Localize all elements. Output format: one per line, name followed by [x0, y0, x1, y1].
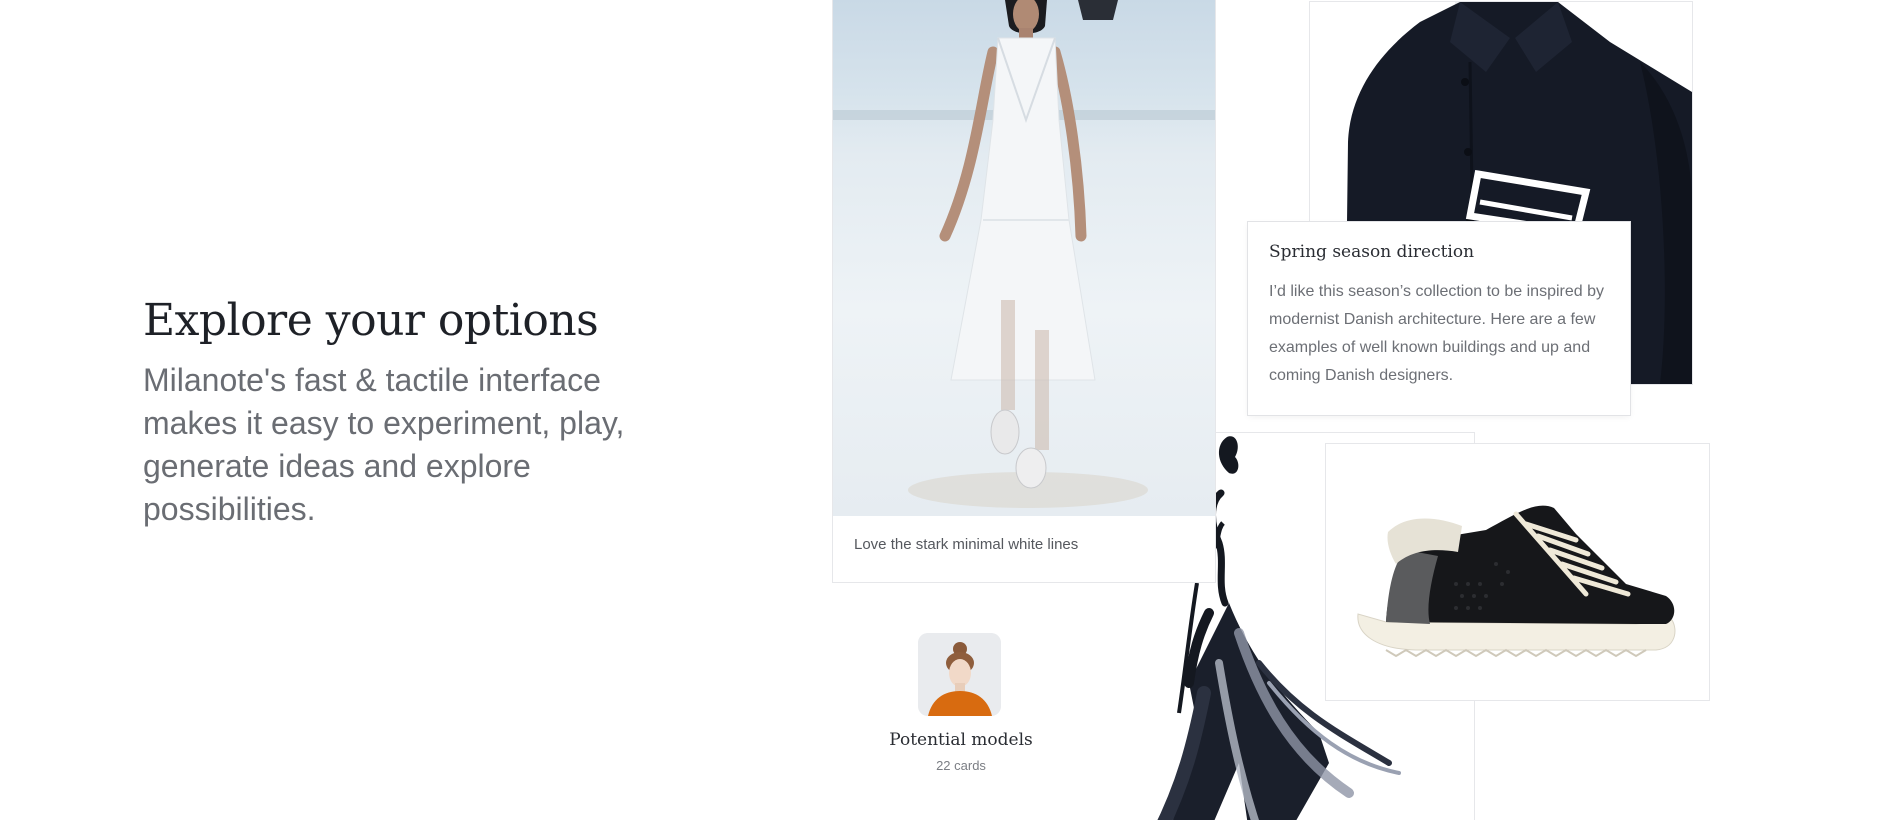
runway-image-card[interactable]: Love the stark minimal white lines — [833, 0, 1215, 582]
sneaker-image — [1357, 505, 1676, 658]
hero-title: Explore your options — [143, 295, 599, 346]
runway-caption: Love the stark minimal white lines — [854, 536, 1079, 553]
board-title: Potential models — [889, 730, 1033, 750]
note-card[interactable]: Spring season direction I’d like this se… — [1248, 222, 1630, 415]
runway-photo — [833, 0, 1215, 516]
board-card-count: 22 cards — [936, 758, 986, 773]
note-title: Spring season direction — [1269, 242, 1475, 262]
board-link-card[interactable]: Potential models 22 cards — [833, 582, 1089, 820]
hero-section: Explore your options Milanote's fast & t… — [143, 295, 663, 531]
hero-description: Milanote's fast & tactile interface make… — [143, 362, 625, 527]
shoe-image-card[interactable] — [1326, 444, 1709, 700]
board-thumbnail — [918, 633, 1001, 716]
note-body: I’d like this season’s collection to be … — [1269, 283, 1604, 384]
